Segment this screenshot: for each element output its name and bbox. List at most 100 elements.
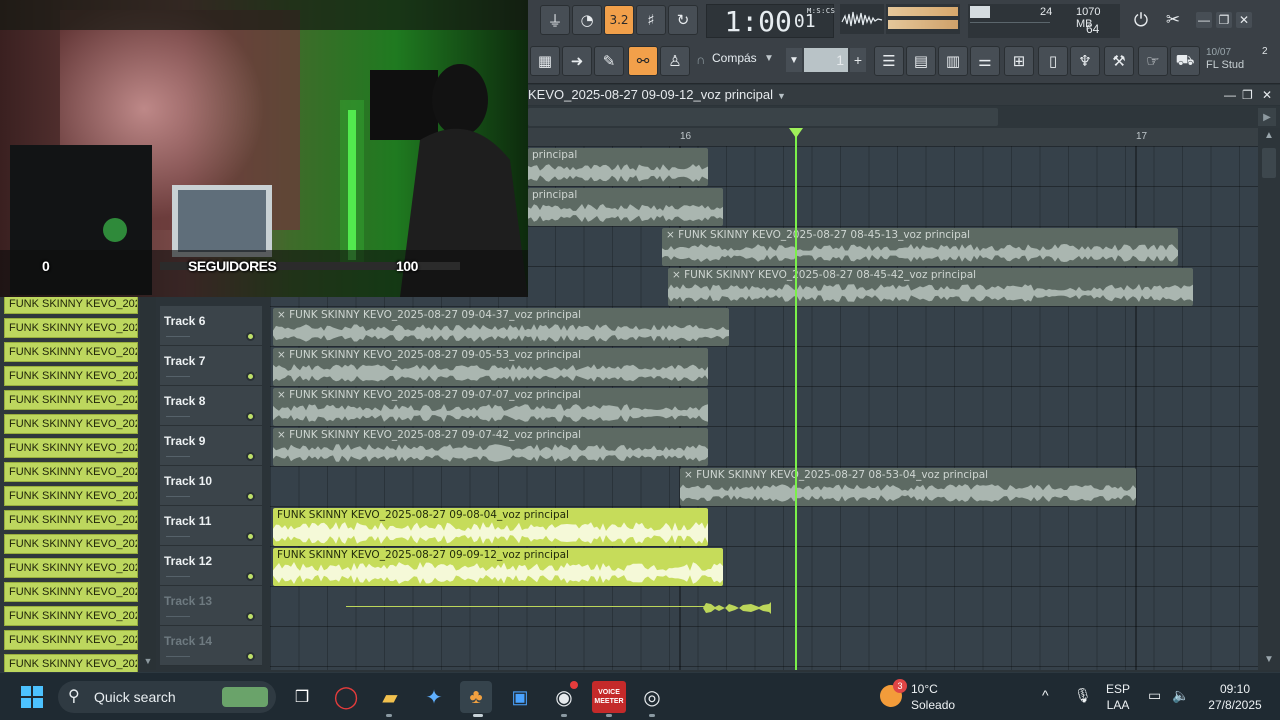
volume-icon[interactable]: 🔈: [1172, 687, 1189, 703]
pattern-item[interactable]: FUNK SKINNY KEVO_2025...: [4, 414, 138, 434]
track-header[interactable]: Track 6: [160, 306, 262, 346]
browser-icon[interactable]: ⊞: [1004, 46, 1034, 76]
playhead-marker-icon[interactable]: [789, 128, 803, 138]
pattern-item[interactable]: FUNK SKINNY KEVO_2025...: [4, 534, 138, 554]
pattern-item[interactable]: FUNK SKINNY KEVO_2025...: [4, 318, 138, 338]
scroll-up-icon[interactable]: ▲: [1262, 130, 1276, 144]
weather-widget[interactable]: 3 10°C Soleado: [880, 679, 955, 713]
track-mute-icon[interactable]: [246, 532, 255, 541]
track-mute-icon[interactable]: [246, 372, 255, 381]
audio-clip[interactable]: × FUNK SKINNY KEVO_2025-08-27 09-04-37_v…: [273, 308, 729, 346]
playlist-close-icon[interactable]: ✕: [1262, 88, 1272, 102]
pattern-scrollbar[interactable]: ▼: [140, 290, 156, 670]
playlist-restore-icon[interactable]: ❐: [1242, 88, 1253, 102]
piano-roll-icon[interactable]: ▦: [530, 46, 560, 76]
pattern-item[interactable]: FUNK SKINNY KEVO_2025...: [4, 606, 138, 626]
pattern-item[interactable]: FUNK SKINNY KEVO_2025...: [4, 654, 138, 674]
pattern-item[interactable]: FUNK SKINNY KEVO_2025...: [4, 510, 138, 530]
step-down-button[interactable]: ▼: [786, 48, 802, 72]
restore-icon[interactable]: ❐: [1216, 12, 1232, 28]
horizontal-scrollbar[interactable]: ▶: [528, 106, 1280, 128]
file-icon[interactable]: ▯: [1038, 46, 1068, 76]
pattern-item[interactable]: FUNK SKINNY KEVO_2025...: [4, 582, 138, 602]
audio-clip[interactable]: × FUNK SKINNY KEVO_2025-08-27 09-07-42_v…: [273, 428, 708, 466]
audio-clip[interactable]: × FUNK SKINNY KEVO_2025-08-27 08-45-13_v…: [662, 228, 1178, 266]
audio-clip[interactable]: principal: [528, 188, 723, 226]
pattern-item[interactable]: FUNK SKINNY KEVO_2025...: [4, 558, 138, 578]
playlist-minimize-icon[interactable]: —: [1224, 88, 1236, 102]
track-header[interactable]: Track 12: [160, 546, 262, 586]
language-indicator[interactable]: ESP LAA: [1106, 681, 1130, 713]
pattern-item[interactable]: FUNK SKINNY KEVO_2025...: [4, 366, 138, 386]
channel-rack-icon[interactable]: ▤: [906, 46, 936, 76]
search-input[interactable]: ⚲ Quick search: [58, 681, 276, 713]
cpu-refresh-icon[interactable]: ⏻: [1126, 5, 1156, 35]
pattern-item[interactable]: FUNK SKINNY KEVO_2025...: [4, 438, 138, 458]
pattern-item[interactable]: FUNK SKINNY KEVO_2025...: [4, 342, 138, 362]
playlist-icon[interactable]: ☰: [874, 46, 904, 76]
track-header[interactable]: Track 14: [160, 626, 262, 666]
audio-clip-selected[interactable]: FUNK SKINNY KEVO_2025-08-27 09-08-04_voz…: [273, 508, 708, 546]
pattern-button[interactable]: 3.2: [604, 5, 634, 35]
step-up-button[interactable]: +: [850, 48, 866, 72]
step-seq-icon[interactable]: ▥: [938, 46, 968, 76]
pen-icon[interactable]: ✎: [594, 46, 624, 76]
scroll-down-icon[interactable]: ▼: [1262, 654, 1276, 668]
windows-start-icon[interactable]: [16, 681, 48, 713]
vertical-scrollbar[interactable]: ▲ ▼: [1258, 128, 1280, 670]
pattern-item[interactable]: FUNK SKINNY KEVO_2025...: [4, 486, 138, 506]
track-header[interactable]: Track 9: [160, 426, 262, 466]
file-explorer-icon[interactable]: ▰: [374, 681, 406, 713]
track-mute-icon[interactable]: [246, 612, 255, 621]
microphone-icon[interactable]: 🎙: [1074, 687, 1092, 703]
time-display[interactable]: 1:00 01 M:S:CS: [706, 4, 835, 38]
task-view-icon[interactable]: ❒: [286, 681, 318, 713]
track-header[interactable]: Track 7: [160, 346, 262, 386]
track-mute-icon[interactable]: [246, 452, 255, 461]
playlist-title-bar[interactable]: KEVO_2025-08-27 09-09-12_voz principal ▼: [528, 85, 1280, 105]
snap-select[interactable]: Compás: [712, 51, 757, 65]
track-mute-icon[interactable]: [246, 492, 255, 501]
shop-icon[interactable]: ⛟: [1170, 46, 1200, 76]
track-header[interactable]: Track 10: [160, 466, 262, 506]
pattern-item[interactable]: FUNK SKINNY KEVO_2025...: [4, 462, 138, 482]
opera-icon[interactable]: ◯: [330, 681, 362, 713]
scroll-thumb[interactable]: [528, 108, 998, 126]
copilot-icon[interactable]: ✦: [418, 681, 450, 713]
scroll-right-icon[interactable]: ▶: [1258, 108, 1276, 126]
pattern-item[interactable]: FUNK SKINNY KEVO_2025...: [4, 294, 138, 314]
track-header[interactable]: Track 13: [160, 586, 262, 626]
clock[interactable]: 09:10 27/8/2025: [1200, 681, 1270, 713]
small-clip[interactable]: [703, 601, 773, 614]
mixer-icon[interactable]: ⚌: [970, 46, 1000, 76]
tray-chevron-up-icon[interactable]: ^: [1042, 687, 1049, 703]
pattern-item[interactable]: FUNK SKINNY KEVO_2025...: [4, 630, 138, 650]
track-mute-icon[interactable]: [246, 412, 255, 421]
audio-clip[interactable]: × FUNK SKINNY KEVO_2025-08-27 09-07-07_v…: [273, 388, 708, 426]
touch-icon[interactable]: ☞: [1138, 46, 1168, 76]
track-header[interactable]: Track 11: [160, 506, 262, 546]
news-panel[interactable]: 10/07 FL Stud: [1206, 46, 1244, 72]
scroll-down-icon[interactable]: ▼: [142, 656, 154, 668]
step-input[interactable]: 1: [804, 48, 848, 72]
app-circle-icon[interactable]: ◎: [636, 681, 668, 713]
scroll-thumb[interactable]: [1262, 148, 1276, 178]
audio-clip[interactable]: × FUNK SKINNY KEVO_2025-08-27 08-53-04_v…: [680, 468, 1136, 506]
plugin-icon[interactable]: ♆: [1070, 46, 1100, 76]
wait-icon[interactable]: ◔: [572, 5, 602, 35]
voicemeeter-icon[interactable]: VOICE MEETER: [592, 681, 626, 713]
tempo-icon[interactable]: ⚒: [1104, 46, 1134, 76]
audio-clip[interactable]: principal: [528, 148, 708, 186]
stamp-icon[interactable]: ♙: [660, 46, 690, 76]
metronome-icon[interactable]: ⏚: [540, 5, 570, 35]
track-mute-icon[interactable]: [246, 332, 255, 341]
pattern-item[interactable]: FUNK SKINNY KEVO_2025...: [4, 390, 138, 410]
link-icon[interactable]: ⚯: [628, 46, 658, 76]
audio-clip[interactable]: × FUNK SKINNY KEVO_2025-08-27 09-05-53_v…: [273, 348, 708, 386]
fl-studio-icon[interactable]: ♣: [460, 681, 492, 713]
arrow-icon[interactable]: ➜: [562, 46, 592, 76]
loop-icon[interactable]: ↻: [668, 5, 698, 35]
playhead[interactable]: [795, 132, 797, 670]
tools-icon[interactable]: ✂: [1158, 5, 1188, 35]
track-mute-icon[interactable]: [246, 652, 255, 661]
